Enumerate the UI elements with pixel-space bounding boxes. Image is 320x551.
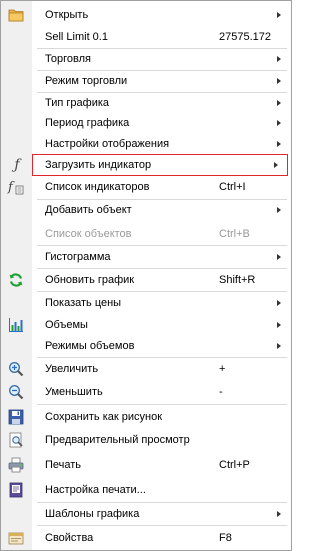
save-image-icon <box>7 408 25 426</box>
menu-item-price: 27575.172 <box>219 31 271 43</box>
context-menu: Открыть Sell Limit 0.1 27575.172 Торговл… <box>0 0 292 551</box>
function-icon: ƒ <box>14 157 20 173</box>
menu-item-shortcut: Ctrl+I <box>219 181 246 193</box>
menu-item-shortcut: - <box>219 386 223 398</box>
chevron-right-icon <box>277 343 281 349</box>
menu-item-label: Уменьшить <box>45 386 103 398</box>
chevron-right-icon <box>277 254 281 260</box>
svg-text:f: f <box>7 180 15 195</box>
menu-item-label: Показать цены <box>45 297 122 309</box>
menu-separator <box>37 404 287 405</box>
menu-item-label: Объемы <box>45 319 88 331</box>
menu-item-chart-period[interactable]: Период графика <box>1 112 291 134</box>
refresh-icon <box>7 271 25 289</box>
menu-item-refresh-chart[interactable]: Обновить график Shift+R <box>1 269 291 291</box>
menu-item-print-setup[interactable]: Настройка печати... <box>1 479 291 501</box>
volumes-chart-icon <box>7 316 25 334</box>
menu-item-label: Увеличить <box>45 363 99 375</box>
indicator-list-icon: f <box>7 178 25 196</box>
menu-item-shortcut: Ctrl+B <box>219 228 250 240</box>
print-setup-icon <box>7 481 25 499</box>
menu-item-label: Печать <box>45 459 82 471</box>
menu-item-shortcut: Shift+R <box>219 274 256 286</box>
menu-separator <box>37 525 287 526</box>
chevron-right-icon <box>277 207 281 213</box>
chevron-right-icon <box>277 78 281 84</box>
chevron-right-icon <box>277 322 281 328</box>
menu-item-display-settings[interactable]: Настройки отображения <box>1 133 291 155</box>
menu-item-label: Шаблоны графика <box>45 508 140 520</box>
menu-item-chart-type[interactable]: Тип графика <box>1 92 291 114</box>
zoom-in-icon <box>7 360 25 378</box>
menu-item-label: Настройки отображения <box>45 138 170 150</box>
menu-item-label: Режимы объемов <box>45 340 135 352</box>
zoom-out-icon <box>7 383 25 401</box>
menu-item-label: Тип графика <box>45 97 110 109</box>
menu-item-label: Гистограмма <box>45 251 111 263</box>
menu-item-load-indicator[interactable]: Загрузить индикатор <box>32 154 288 176</box>
menu-item-volume-modes[interactable]: Режимы объемов <box>1 335 291 357</box>
menu-item-open[interactable]: Открыть <box>1 4 291 26</box>
menu-item-properties[interactable]: Свойства F8 <box>1 527 291 549</box>
menu-item-trading[interactable]: Торговля <box>1 48 291 70</box>
chevron-right-icon <box>277 56 281 62</box>
menu-item-trading-mode[interactable]: Режим торговли <box>1 70 291 92</box>
menu-item-label: Список объектов <box>45 228 132 240</box>
menu-item-label: Список индикаторов <box>45 181 150 193</box>
chevron-right-icon <box>277 511 281 517</box>
menu-item-label: Торговля <box>45 53 91 65</box>
menu-item-label: Настройка печати... <box>45 484 146 496</box>
menu-item-shortcut: + <box>219 363 226 375</box>
menu-item-label: Загрузить индикатор <box>45 159 152 171</box>
menu-item-print-preview[interactable]: Предварительный просмотр <box>1 429 291 451</box>
menu-item-zoom-in[interactable]: Увеличить + <box>1 358 291 380</box>
chevron-right-icon <box>277 120 281 126</box>
menu-item-label: Свойства <box>45 532 94 544</box>
menu-item-volumes[interactable]: Объемы <box>1 314 291 336</box>
printer-icon <box>7 456 25 474</box>
menu-item-label: Открыть <box>45 9 89 21</box>
menu-item-object-list: Список объектов Ctrl+B <box>1 223 291 245</box>
chevron-right-icon <box>274 162 278 168</box>
menu-item-indicator-list[interactable]: f Список индикаторов Ctrl+I <box>1 176 291 198</box>
chevron-right-icon <box>277 141 281 147</box>
folder-icon <box>7 6 25 24</box>
menu-item-print[interactable]: Печать Ctrl+P <box>1 454 291 476</box>
menu-item-label: Добавить объект <box>45 204 132 216</box>
menu-item-label: Предварительный просмотр <box>45 434 190 446</box>
menu-item-zoom-out[interactable]: Уменьшить - <box>1 381 291 403</box>
menu-item-show-prices[interactable]: Показать цены <box>1 292 291 314</box>
menu-item-save-as-image[interactable]: Сохранить как рисунок <box>1 406 291 428</box>
menu-item-label: Режим торговли <box>45 75 128 87</box>
menu-item-chart-templates[interactable]: Шаблоны графика <box>1 503 291 525</box>
chevron-right-icon <box>277 300 281 306</box>
chevron-right-icon <box>277 100 281 106</box>
chevron-right-icon <box>277 12 281 18</box>
menu-item-histogram[interactable]: Гистограмма <box>1 246 291 268</box>
menu-item-add-object[interactable]: Добавить объект <box>1 199 291 221</box>
menu-item-sell-limit[interactable]: Sell Limit 0.1 27575.172 <box>1 26 291 48</box>
print-preview-icon <box>7 431 25 449</box>
menu-item-label: Обновить график <box>45 274 135 286</box>
menu-item-label: Sell Limit 0.1 <box>45 31 108 43</box>
menu-item-shortcut: Ctrl+P <box>219 459 250 471</box>
menu-item-shortcut: F8 <box>219 532 232 544</box>
menu-item-label: Период графика <box>45 117 130 129</box>
properties-icon <box>7 529 25 547</box>
menu-item-label: Сохранить как рисунок <box>45 411 163 423</box>
